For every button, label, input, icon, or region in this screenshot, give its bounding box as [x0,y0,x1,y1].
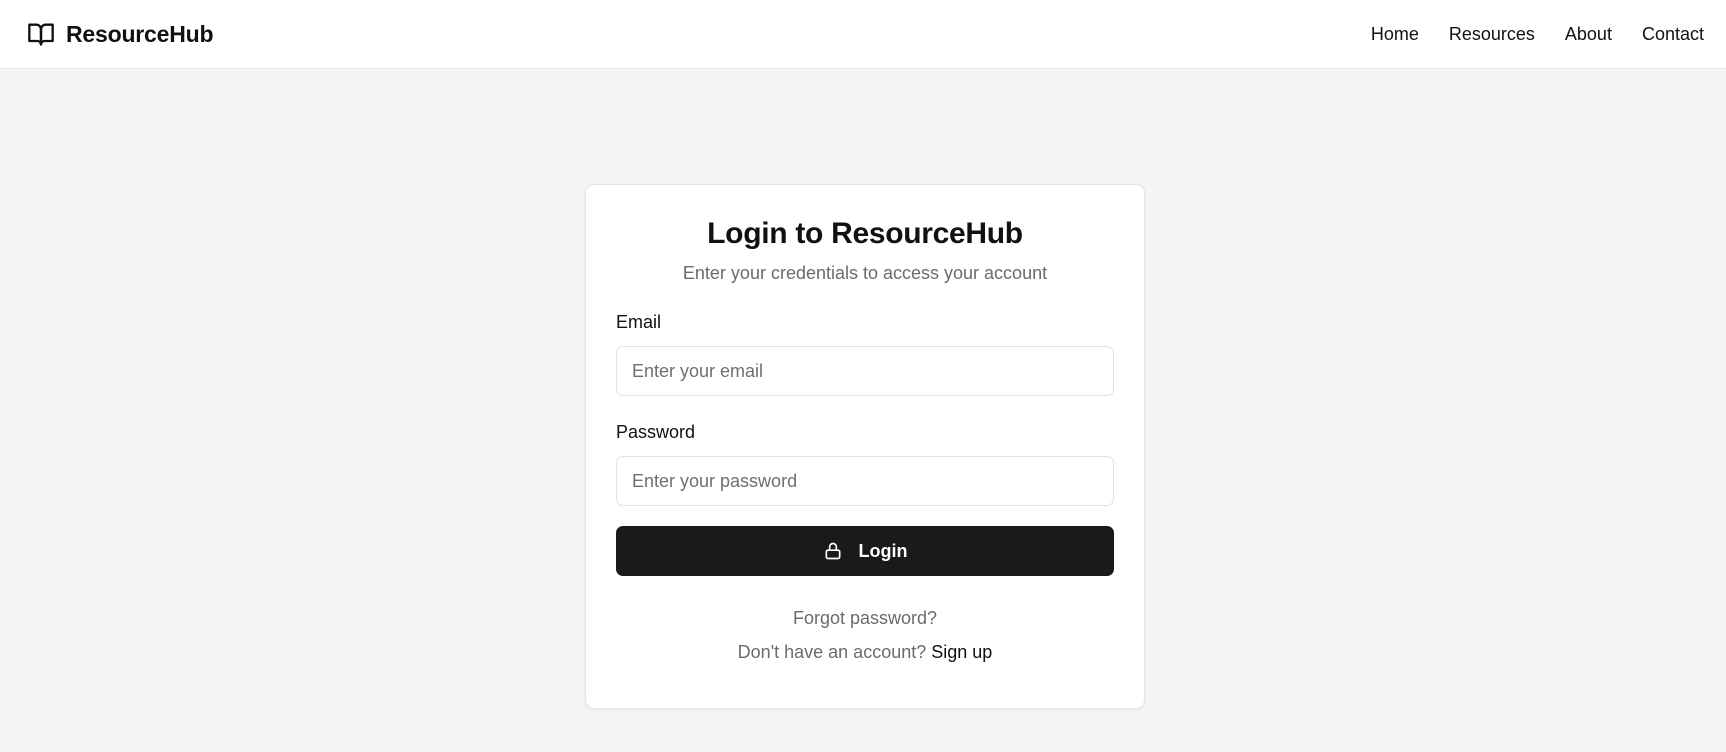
signup-row: Don't have an account? Sign up [616,642,1114,663]
nav-link-contact[interactable]: Contact [1642,24,1704,45]
top-navbar: ResourceHub Home Resources About Contact [0,0,1726,69]
email-field[interactable] [616,346,1114,396]
lock-icon [825,542,840,560]
nav-link-about[interactable]: About [1565,24,1612,45]
brand-logo-link[interactable]: ResourceHub [26,20,214,48]
forgot-password-link[interactable]: Forgot password? [616,608,1114,629]
nav-link-home[interactable]: Home [1371,24,1419,45]
login-button-label: Login [858,540,908,561]
login-button[interactable]: Login [616,526,1114,576]
login-title: Login to ResourceHub [707,217,1023,250]
email-label: Email [616,312,662,332]
book-open-icon [28,23,54,46]
password-field[interactable] [616,456,1114,506]
brand-name: ResourceHub [66,20,214,47]
password-label: Password [616,422,696,442]
nav-link-resources[interactable]: Resources [1449,24,1535,45]
signup-prompt: Don't have an account? [737,642,927,662]
login-card: Login to ResourceHub Enter your credenti… [585,184,1145,709]
signup-link[interactable]: Sign up [931,642,992,662]
login-subtitle: Enter your credentials to access your ac… [682,263,1048,283]
main-nav: Home Resources About Contact [1371,24,1704,45]
